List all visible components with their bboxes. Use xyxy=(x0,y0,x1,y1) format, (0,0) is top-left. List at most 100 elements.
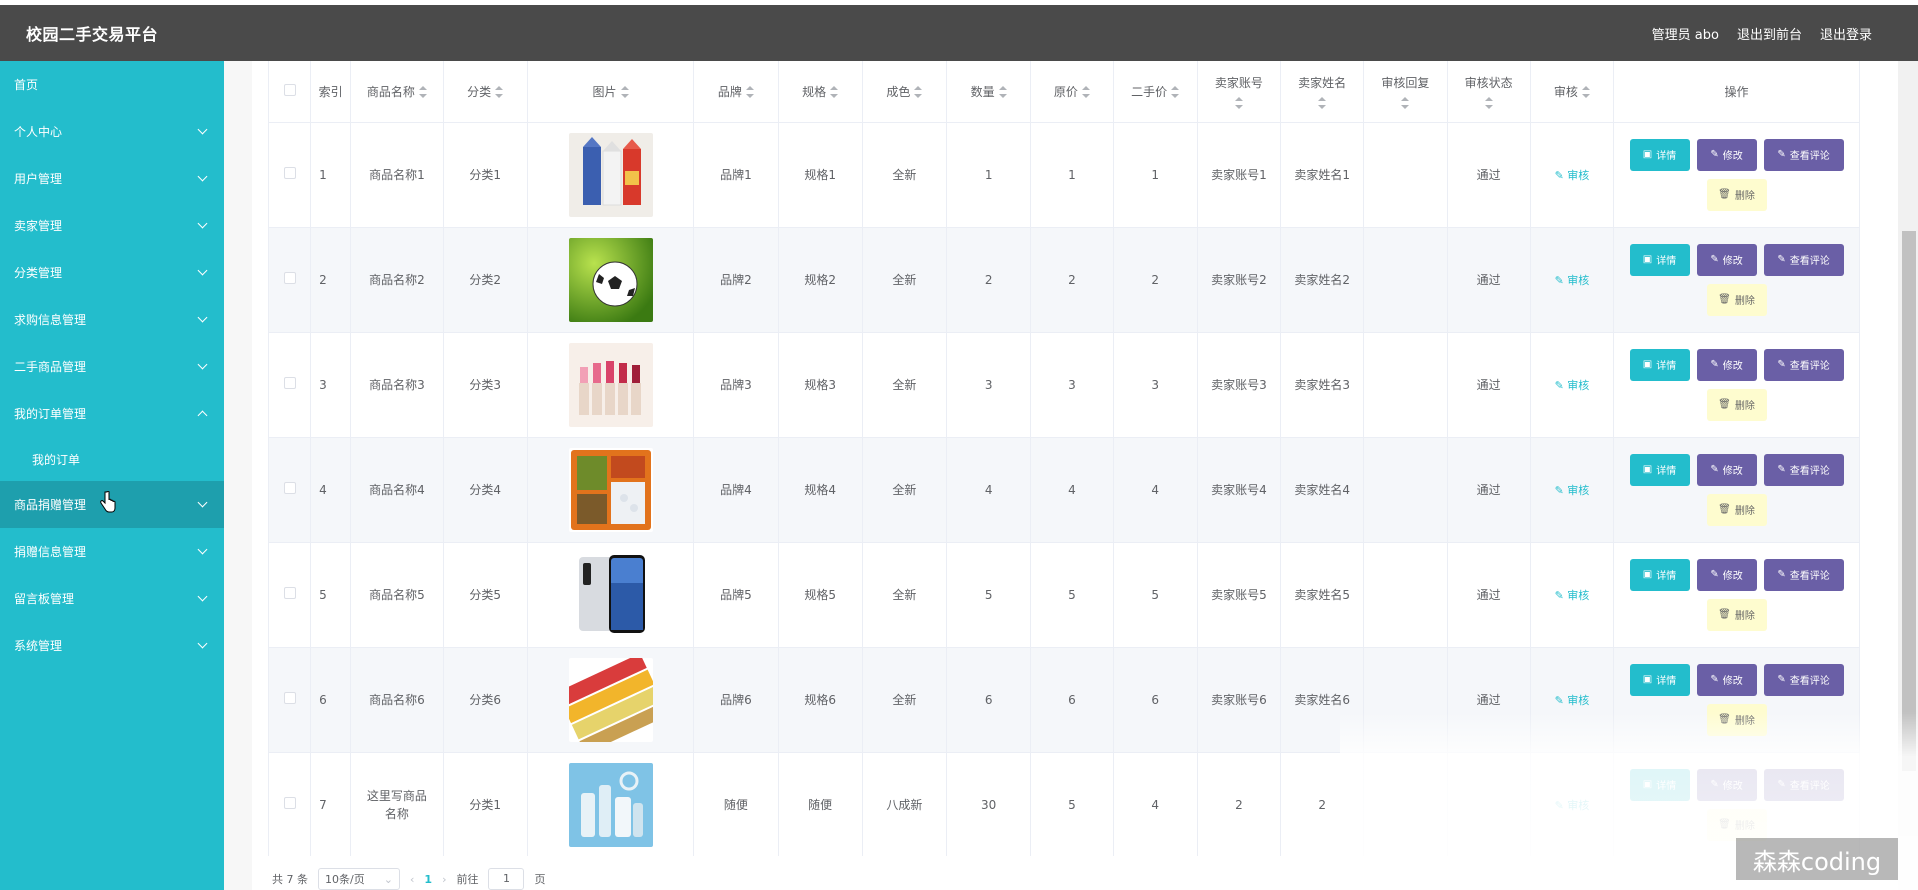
view-comments-button[interactable]: ✎查看评论 xyxy=(1763,348,1844,381)
col-header[interactable]: 分类 xyxy=(442,61,528,123)
sidebar-item-label: 分类管理 xyxy=(14,266,63,280)
product-image[interactable] xyxy=(568,762,653,847)
delete-button[interactable]: 🗑删除 xyxy=(1706,388,1767,421)
view-comments-button[interactable]: ✎查看评论 xyxy=(1763,558,1844,591)
sidebar-item-messages[interactable]: 留言板管理 xyxy=(0,575,224,622)
sidebar-item-wanted[interactable]: 求购信息管理 xyxy=(0,296,224,343)
delete-button[interactable]: 🗑删除 xyxy=(1706,178,1767,211)
audit-button[interactable]: ✎ 审核 xyxy=(1555,274,1590,287)
col-header[interactable]: 二手价 xyxy=(1112,61,1198,123)
prev-page-icon[interactable]: ‹ xyxy=(410,873,414,886)
edit-button[interactable]: ✎修改 xyxy=(1696,348,1757,381)
sort-icon[interactable] xyxy=(830,86,839,99)
edit-icon: ✎ xyxy=(1710,359,1719,370)
sidebar-item-users[interactable]: 用户管理 xyxy=(0,155,224,202)
detail-button[interactable]: ▣详情 xyxy=(1629,348,1690,381)
col-header[interactable]: 审核回复 xyxy=(1363,61,1448,123)
col-header[interactable]: 审核状态 xyxy=(1446,61,1531,123)
row-checkbox[interactable] xyxy=(283,377,296,389)
detail-button[interactable]: ▣详情 xyxy=(1629,663,1690,696)
col-header[interactable]: 图片 xyxy=(526,61,695,123)
sort-icon[interactable] xyxy=(418,86,427,99)
product-image[interactable] xyxy=(568,237,653,322)
view-comments-button[interactable]: ✎查看评论 xyxy=(1763,138,1844,171)
audit-status-cell: 通过 xyxy=(1446,226,1531,333)
col-header[interactable]: 原价 xyxy=(1030,61,1114,123)
sort-icon[interactable] xyxy=(1401,96,1410,109)
edit-button[interactable]: ✎修改 xyxy=(1696,558,1757,591)
detail-button[interactable]: ▣详情 xyxy=(1629,453,1690,486)
product-image[interactable] xyxy=(568,447,653,532)
row-checkbox[interactable] xyxy=(283,482,296,494)
detail-button[interactable]: ▣详情 xyxy=(1629,243,1690,276)
next-page-icon[interactable]: › xyxy=(442,873,446,886)
original-price-cell-text: 4 xyxy=(1068,482,1076,497)
detail-button[interactable]: ▣详情 xyxy=(1629,138,1690,171)
sort-icon[interactable] xyxy=(914,86,923,99)
product-image[interactable] xyxy=(568,132,653,217)
product-image[interactable] xyxy=(568,342,653,427)
row-checkbox[interactable] xyxy=(283,587,296,599)
audit-button[interactable]: ✎ 审核 xyxy=(1555,379,1590,392)
col-header[interactable]: 品牌 xyxy=(693,61,779,123)
sidebar-item-personal[interactable]: 个人中心 xyxy=(0,108,224,155)
detail-button[interactable]: ▣详情 xyxy=(1629,558,1690,591)
col-header[interactable]: 成色 xyxy=(861,61,948,123)
current-page[interactable]: 1 xyxy=(424,873,432,886)
sort-icon[interactable] xyxy=(998,86,1007,99)
sidebar-item-donation-info[interactable]: 捐赠信息管理 xyxy=(0,528,224,575)
sidebar-item-home[interactable]: 首页 xyxy=(0,61,224,108)
scrollbar-thumb[interactable] xyxy=(1902,231,1916,771)
sort-icon[interactable] xyxy=(1484,96,1493,109)
sidebar-item-system[interactable]: 系统管理 xyxy=(0,622,224,669)
logout-link[interactable]: 退出登录 xyxy=(1820,24,1872,43)
view-comments-button[interactable]: ✎查看评论 xyxy=(1763,453,1844,486)
sort-icon[interactable] xyxy=(1234,96,1243,109)
view-comments-button[interactable]: ✎查看评论 xyxy=(1763,243,1844,276)
col-header[interactable]: 商品名称 xyxy=(350,61,444,123)
sidebar-item-orders[interactable]: 我的订单管理 xyxy=(0,390,224,437)
original-price-cell-text: 3 xyxy=(1068,377,1076,392)
col-header[interactable]: 审核 xyxy=(1529,61,1615,123)
sort-icon[interactable] xyxy=(1318,96,1327,109)
seller-account-cell-text: 2 xyxy=(1235,797,1243,812)
sort-icon[interactable] xyxy=(745,86,754,99)
edit-button[interactable]: ✎修改 xyxy=(1696,138,1757,171)
sidebar-subitem-my-orders[interactable]: 我的订单 xyxy=(0,437,224,481)
sort-icon[interactable] xyxy=(1081,86,1090,99)
front-link[interactable]: 退出到前台 xyxy=(1737,24,1802,43)
sort-icon[interactable] xyxy=(1171,86,1180,99)
row-checkbox[interactable] xyxy=(283,692,296,704)
condition-cell: 全新 xyxy=(861,436,948,543)
col-header[interactable]: 规格 xyxy=(777,61,863,123)
sort-icon[interactable] xyxy=(620,86,629,99)
product-image[interactable] xyxy=(568,657,653,742)
row-checkbox[interactable] xyxy=(283,272,296,284)
delete-button[interactable]: 🗑删除 xyxy=(1706,283,1767,316)
row-checkbox[interactable] xyxy=(283,797,296,809)
audit-button[interactable]: ✎ 审核 xyxy=(1555,484,1590,497)
sidebar-item-secondhand[interactable]: 二手商品管理 xyxy=(0,343,224,390)
edit-button[interactable]: ✎修改 xyxy=(1696,663,1757,696)
audit-button[interactable]: ✎ 审核 xyxy=(1555,694,1590,707)
audit-button[interactable]: ✎ 审核 xyxy=(1555,169,1590,182)
edit-button[interactable]: ✎修改 xyxy=(1696,453,1757,486)
view-comments-button[interactable]: ✎查看评论 xyxy=(1763,663,1844,696)
select-all-checkbox[interactable] xyxy=(283,83,296,96)
sidebar-item-sellers[interactable]: 卖家管理 xyxy=(0,202,224,249)
audit-button[interactable]: ✎ 审核 xyxy=(1555,589,1590,602)
sort-icon[interactable] xyxy=(495,86,504,99)
sort-icon[interactable] xyxy=(1581,86,1590,99)
col-header[interactable]: 卖家姓名 xyxy=(1280,61,1365,123)
delete-button[interactable]: 🗑删除 xyxy=(1706,493,1767,526)
product-image[interactable] xyxy=(568,552,653,637)
row-checkbox[interactable] xyxy=(283,167,296,179)
sidebar-item-categories[interactable]: 分类管理 xyxy=(0,249,224,296)
goto-input[interactable]: 1 xyxy=(488,868,525,890)
col-header[interactable]: 数量 xyxy=(946,61,1032,123)
delete-button[interactable]: 🗑删除 xyxy=(1706,598,1767,631)
col-header[interactable]: 卖家账号 xyxy=(1196,61,1282,123)
sidebar-item-donation[interactable]: 商品捐赠管理 xyxy=(0,481,224,528)
page-size-select[interactable]: 10条/页 ⌄ xyxy=(318,868,400,890)
edit-button[interactable]: ✎修改 xyxy=(1696,243,1757,276)
